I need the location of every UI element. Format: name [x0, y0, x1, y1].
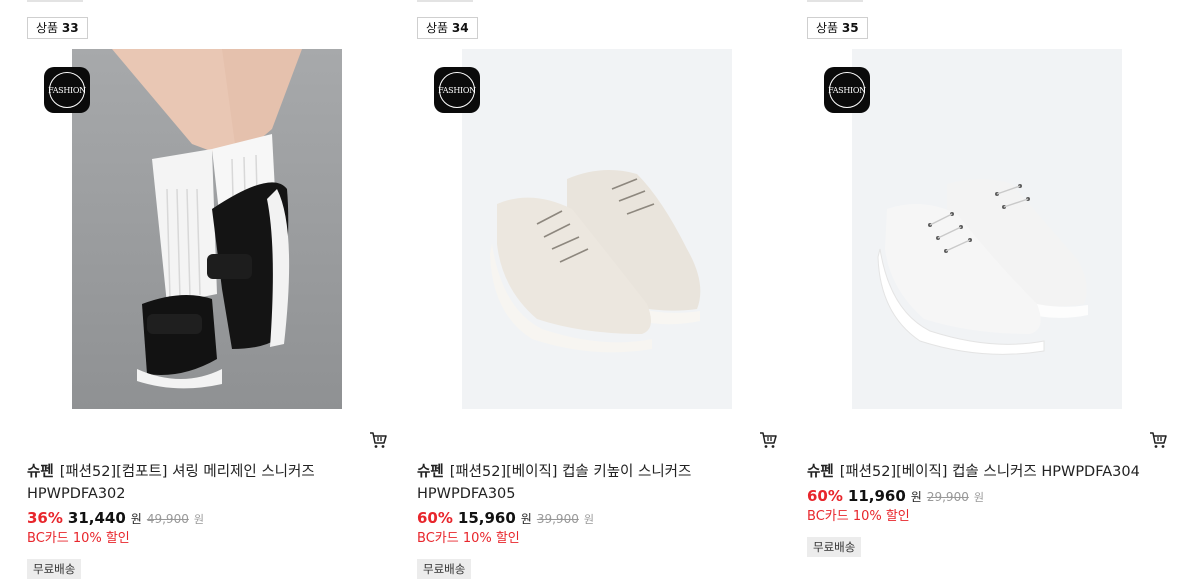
logo-text: FASHION [48, 85, 86, 95]
price-row: 60% 11,960 원 29,900 원 [807, 487, 984, 507]
fashion52-logo-icon: FASHION [824, 67, 870, 113]
product-title[interactable]: 슈펜 [패션52][베이직] 컵솔 스니커즈 HPWPDFA304 [807, 461, 1167, 483]
rank-label: 상품 [36, 21, 59, 35]
original-currency: 원 [193, 513, 204, 526]
card-promo: BC카드 10% 할인 [27, 531, 130, 546]
product-name: [패션52][베이직] 컵솔 스니커즈 HPWPDFA304 [839, 464, 1140, 480]
original-currency: 원 [583, 513, 594, 526]
cart-icon[interactable] [1149, 431, 1167, 449]
price-row: 36% 31,440 원 49,900 원 [27, 509, 204, 529]
sale-price: 11,960 [847, 487, 906, 505]
fashion52-logo-icon: FASHION [44, 67, 90, 113]
currency: 원 [130, 512, 142, 526]
rank-badge: 상품 33 [27, 17, 88, 39]
rank-label: 상품 [426, 21, 449, 35]
free-shipping-badge: 무료배송 [807, 537, 862, 557]
sale-price: 31,440 [67, 509, 126, 527]
brand-name: 슈펜 [417, 464, 444, 480]
rank-number: 34 [451, 21, 469, 35]
product-card[interactable]: 상품 35 FASHION 슈펜 [패션52][베이직] 컵솔 스니커즈 HPW… [807, 0, 1167, 586]
rank-badge: 상품 34 [417, 17, 478, 39]
rank-badge: 상품 35 [807, 17, 868, 39]
brand-name: 슈펜 [27, 464, 54, 480]
discount-rate: 36% [27, 509, 63, 527]
cart-icon[interactable] [759, 431, 777, 449]
product-name: [패션52][컴포트] 셔링 메리제인 스니커즈 HPWPDFA302 [27, 464, 315, 502]
rank-label: 상품 [816, 21, 839, 35]
original-currency: 원 [973, 491, 984, 504]
free-shipping-badge: 무료배송 [417, 559, 472, 579]
product-name: [패션52][베이직] 컵솔 키높이 스니커즈 HPWPDFA305 [417, 464, 692, 502]
free-shipping-badge: 무료배송 [27, 559, 82, 579]
rank-number: 33 [61, 21, 79, 35]
product-card[interactable]: 상품 34 FASHION 슈펜 [패션52][베이직] 컵솔 키높이 스니커즈… [417, 0, 777, 586]
product-image[interactable] [852, 49, 1122, 409]
original-price: 29,900 [926, 490, 969, 504]
card-promo: BC카드 10% 할인 [807, 509, 910, 524]
fashion52-logo-icon: FASHION [434, 67, 480, 113]
currency: 원 [910, 490, 922, 504]
cart-icon[interactable] [369, 431, 387, 449]
card-promo: BC카드 10% 할인 [417, 531, 520, 546]
logo-text: FASHION [438, 85, 476, 95]
sale-price: 15,960 [457, 509, 516, 527]
currency: 원 [520, 512, 532, 526]
product-title[interactable]: 슈펜 [패션52][베이직] 컵솔 키높이 스니커즈 HPWPDFA305 [417, 461, 757, 505]
original-price: 39,900 [536, 512, 579, 526]
discount-rate: 60% [807, 487, 843, 505]
product-image[interactable] [72, 49, 342, 409]
rank-number: 35 [841, 21, 859, 35]
logo-text: FASHION [828, 85, 866, 95]
discount-rate: 60% [417, 509, 453, 527]
brand-name: 슈펜 [807, 464, 834, 480]
product-image[interactable] [462, 49, 732, 409]
original-price: 49,900 [146, 512, 189, 526]
product-title[interactable]: 슈펜 [패션52][컴포트] 셔링 메리제인 스니커즈 HPWPDFA302 [27, 461, 367, 505]
price-row: 60% 15,960 원 39,900 원 [417, 509, 594, 529]
product-card[interactable]: 상품 33 FASHION 슈펜 [패션52][컴포트] 셔링 메리제인 스니커… [27, 0, 387, 586]
